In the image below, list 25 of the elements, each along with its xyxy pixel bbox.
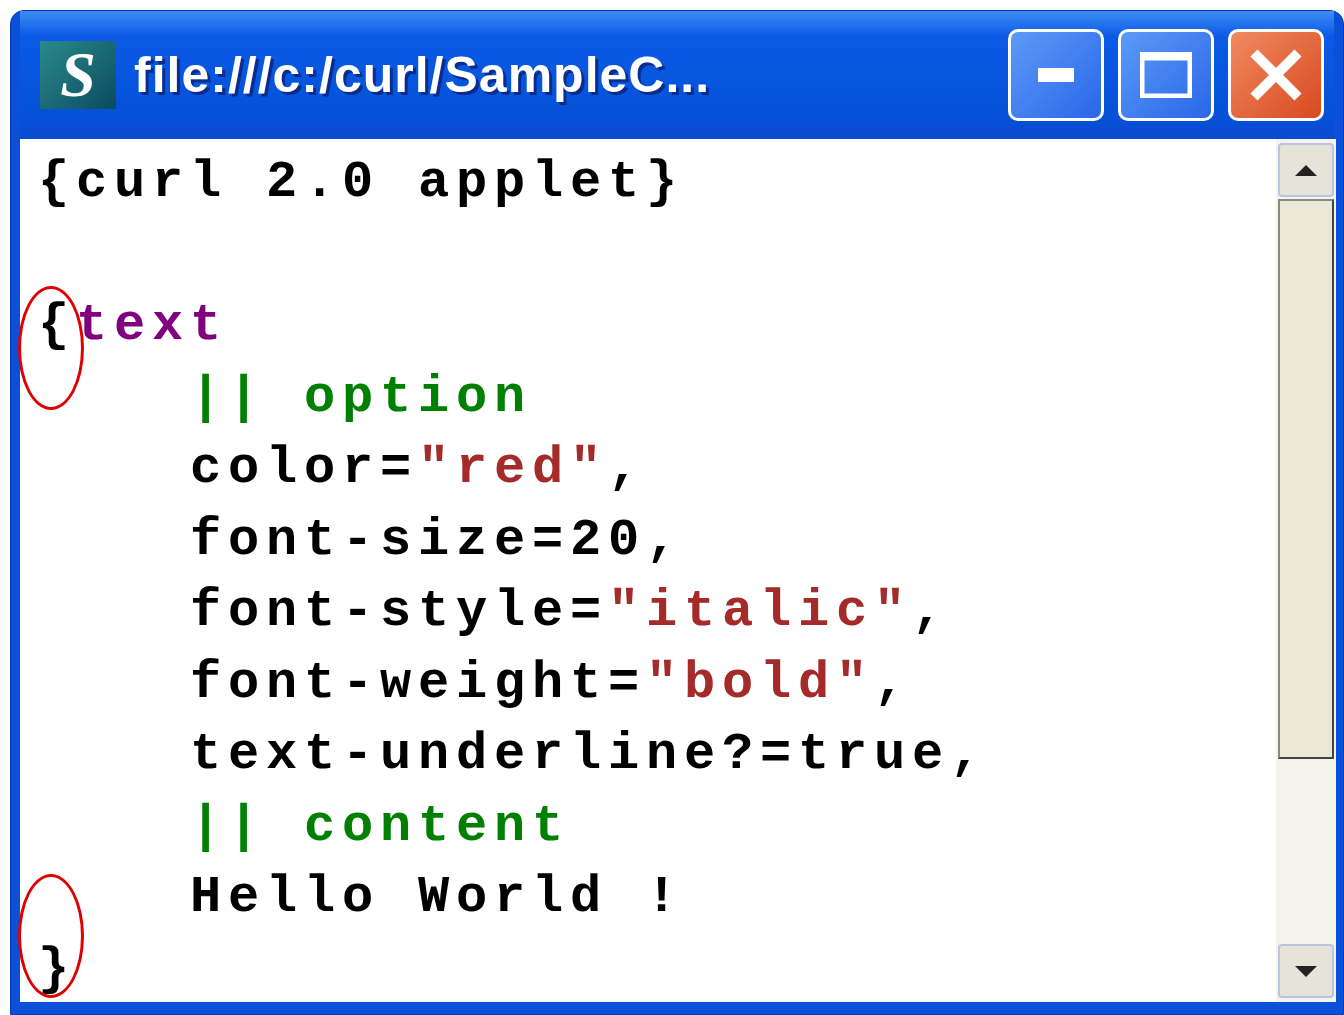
window-title: file:///c:/curl/SampleC... bbox=[134, 46, 712, 104]
code-line: || option bbox=[190, 366, 533, 429]
scroll-up-button[interactable] bbox=[1278, 143, 1334, 197]
maximize-icon bbox=[1140, 52, 1192, 98]
code-line: || content bbox=[190, 795, 571, 858]
code-line: font-weight="bold", bbox=[190, 652, 913, 715]
code-line: font-style="italic", bbox=[190, 581, 951, 643]
scroll-down-button[interactable] bbox=[1278, 944, 1334, 998]
scroll-thumb[interactable] bbox=[1278, 199, 1334, 759]
close-icon bbox=[1249, 48, 1303, 102]
code-line: } bbox=[38, 938, 76, 1001]
minimize-icon bbox=[1038, 68, 1074, 82]
up-arrow-icon bbox=[1295, 164, 1317, 176]
code-line: color="red", bbox=[190, 438, 647, 500]
code-line: font-size=20, bbox=[190, 509, 685, 572]
down-arrow-icon bbox=[1295, 965, 1317, 977]
vertical-scrollbar[interactable] bbox=[1276, 139, 1336, 1002]
code-line: {curl 2.0 applet} bbox=[38, 152, 685, 214]
close-button[interactable] bbox=[1228, 29, 1324, 121]
code-line: {text bbox=[38, 295, 229, 357]
minimize-button[interactable] bbox=[1008, 29, 1104, 121]
maximize-button[interactable] bbox=[1118, 29, 1214, 121]
app-icon: S bbox=[40, 41, 116, 109]
code-line: Hello World ! bbox=[190, 867, 685, 929]
code-line: text-underline?=true, bbox=[190, 724, 989, 786]
